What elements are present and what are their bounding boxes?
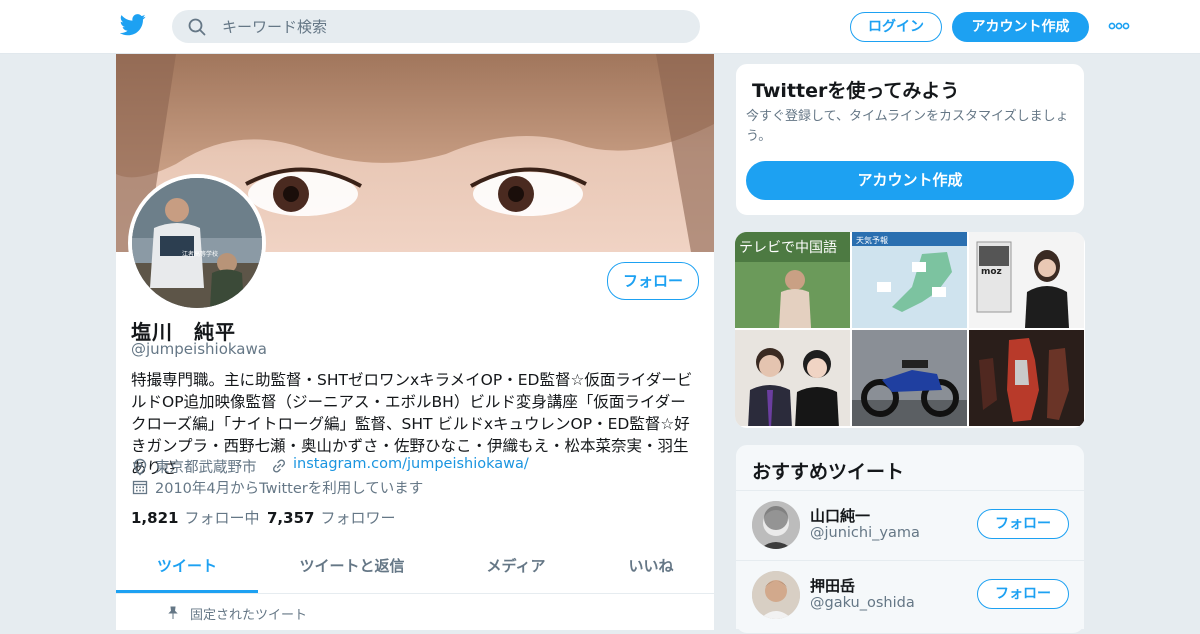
search-icon xyxy=(188,18,206,36)
suggested-account-handle: @gaku_oshida xyxy=(810,595,915,611)
following-count: 1,821 xyxy=(131,509,179,527)
signup-card-button[interactable]: アカウント作成 xyxy=(746,161,1074,200)
suggested-account-name[interactable]: 押田岳 xyxy=(810,575,855,596)
media-caption: 天気予報 xyxy=(856,235,888,245)
top-navigation-bar: ログイン アカウント作成 xyxy=(0,0,1200,54)
suggested-account-avatar[interactable] xyxy=(752,571,800,619)
suggested-account-name[interactable]: 山口純一 xyxy=(810,505,870,526)
avatar-photo: 江者高等学校 xyxy=(132,178,262,308)
suggested-account[interactable]: 山口純一 @junichi_yama フォロー xyxy=(736,490,1084,559)
suggested-account-avatar[interactable] xyxy=(752,501,800,549)
profile-joined-date: 2010年4月からTwitterを利用しています xyxy=(155,481,424,497)
media-photo: テレビで中国語 xyxy=(735,232,850,328)
followers-stat[interactable]: 7,357 フォロワー xyxy=(267,507,395,528)
media-thumbnail[interactable]: 天気予報 xyxy=(852,232,967,328)
more-options-icon[interactable] xyxy=(1108,20,1130,32)
media-photo xyxy=(852,330,967,426)
media-caption: moz xyxy=(981,267,1002,277)
search-box[interactable] xyxy=(172,10,700,43)
profile-location: 東京都武蔵野市 xyxy=(155,460,257,476)
link-icon xyxy=(272,459,286,473)
media-gallery: テレビで中国語 天気予報 moz xyxy=(735,232,1085,428)
followers-label: フォロワー xyxy=(320,509,396,527)
suggestions-title: おすすめツイート xyxy=(752,461,905,483)
media-photo xyxy=(969,330,1084,426)
follow-button[interactable]: フォロー xyxy=(977,509,1069,539)
suggested-accounts-card: おすすめツイート 山口純一 @junichi_yama フォロー 押田岳 @ga… xyxy=(735,444,1085,634)
media-thumbnail[interactable]: moz xyxy=(969,232,1084,328)
tab-likes[interactable]: いいね xyxy=(606,545,696,593)
location-pin-icon xyxy=(133,458,147,476)
suggested-account-handle: @junichi_yama xyxy=(810,525,920,541)
signup-promo-card: Twitterを使ってみよう 今すぐ登録して、タイムラインをカスタマイズしましょ… xyxy=(735,63,1085,216)
profile-tabs: ツイート ツイートと返信 メディア いいね xyxy=(116,545,714,594)
signup-card-text: 今すぐ登録して、タイムラインをカスタマイズしましょう。 xyxy=(746,109,1069,144)
media-thumbnail[interactable] xyxy=(969,330,1084,426)
signup-button[interactable]: アカウント作成 xyxy=(952,12,1089,42)
pinned-tweet-label: 固定されたツイート xyxy=(190,608,308,623)
following-label: フォロー中 xyxy=(184,509,260,527)
search-input[interactable] xyxy=(222,10,672,43)
media-thumbnail[interactable] xyxy=(735,330,850,426)
signup-card-title: Twitterを使ってみよう xyxy=(752,80,960,102)
follow-button[interactable]: フォロー xyxy=(607,262,699,300)
follow-button[interactable]: フォロー xyxy=(977,579,1069,609)
pin-icon xyxy=(168,606,178,619)
media-thumbnail[interactable]: テレビで中国語 xyxy=(735,232,850,328)
avatar-photo xyxy=(752,571,800,619)
avatar-caption: 江者高等学校 xyxy=(182,250,218,258)
profile-avatar[interactable]: 江者高等学校 xyxy=(128,174,266,312)
media-caption: テレビで中国語 xyxy=(739,240,837,256)
twitter-bird-icon[interactable] xyxy=(120,14,146,36)
following-stat[interactable]: 1,821 フォロー中 xyxy=(131,507,259,528)
media-photo xyxy=(735,330,850,426)
suggested-account[interactable]: 押田岳 @gaku_oshida フォロー xyxy=(736,560,1084,629)
login-button[interactable]: ログイン xyxy=(850,12,942,42)
media-photo: moz xyxy=(969,232,1084,328)
tab-tweets[interactable]: ツイート xyxy=(116,545,258,593)
followers-count: 7,357 xyxy=(267,509,315,527)
avatar-photo xyxy=(752,501,800,549)
profile-link-anchor[interactable]: instagram.com/jumpeishiokawa/ xyxy=(293,456,529,472)
calendar-icon xyxy=(132,480,148,495)
profile-link[interactable]: instagram.com/jumpeishiokawa/ xyxy=(293,456,529,472)
tab-tweets-and-replies[interactable]: ツイートと返信 xyxy=(282,545,422,593)
media-photo: 天気予報 xyxy=(852,232,967,328)
tab-media[interactable]: メディア xyxy=(446,545,586,593)
media-thumbnail[interactable] xyxy=(852,330,967,426)
profile-handle: @jumpeishiokawa xyxy=(131,340,267,358)
